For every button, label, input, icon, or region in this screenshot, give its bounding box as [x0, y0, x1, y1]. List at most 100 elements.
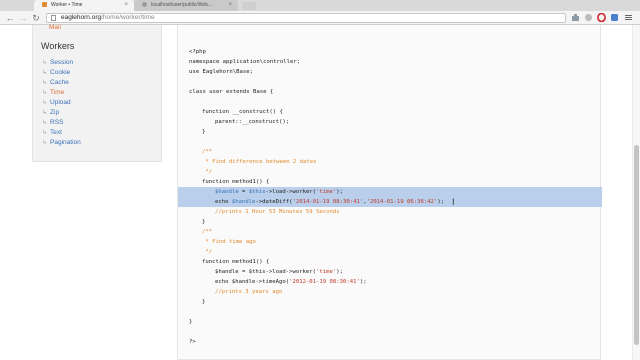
menu-icon[interactable]	[623, 13, 633, 23]
code-line-selected: $handle = $this->load->worker('time');	[215, 187, 343, 197]
code-token: '2014-01-19 08:30:41'	[292, 199, 364, 205]
page-icon	[51, 15, 56, 21]
sidebar-item-label: Pagination	[50, 139, 81, 146]
code-line: echo $handle->timeAgo('2012-01-19 08:30:…	[215, 277, 367, 287]
sidebar-item-pagination[interactable]: ↳ Pagination	[42, 138, 81, 148]
code-line: }	[189, 319, 193, 325]
browser-toolbar: ← → ↻ eaglehorn.org/home/worker/time	[0, 11, 640, 25]
sidebar-item-label: Upload	[50, 99, 71, 106]
tab-close-icon[interactable]: ×	[228, 0, 232, 11]
code-token: 'time'	[316, 269, 337, 275]
code-comment: //prints 1 Hour 53 Minutes 59 Seconds	[215, 209, 340, 215]
sidebar-item-label: RSS	[50, 119, 64, 126]
code-comment: * Find time ago	[202, 239, 256, 245]
tab-close-icon[interactable]: ×	[124, 0, 128, 11]
tab-strip: Worker • Time × localhost/user/public/We…	[0, 0, 640, 16]
code-comment: //prints 3 years ago	[215, 289, 283, 295]
code-token: 'time'	[316, 189, 337, 195]
code-line: function __construct() {	[202, 109, 283, 115]
code-token: $handle	[215, 189, 239, 195]
code-line: parent::__construct();	[215, 119, 290, 125]
code-token: echo $handle->timeAgo(	[215, 279, 290, 285]
code-line: function method1() {	[202, 179, 270, 185]
code-token: );	[336, 189, 344, 195]
code-token: $handle = $this->load->worker(	[215, 269, 317, 275]
nav-arrow-icon: ↳	[42, 80, 48, 86]
nav-arrow-icon: ↳	[42, 90, 48, 96]
code-token: );	[359, 279, 367, 285]
page-scrollbar[interactable]	[632, 25, 640, 360]
nav-arrow-icon: ↳	[42, 100, 48, 106]
code-token: $this	[248, 189, 266, 195]
code-comment: */	[202, 169, 213, 175]
forward-arrow-icon[interactable]: →	[18, 13, 28, 23]
favicon-icon	[42, 2, 47, 8]
sidebar-item-label: Session	[50, 59, 74, 66]
code-line: class user extends Base {	[189, 89, 274, 95]
sidebar-item-upload[interactable]: ↳ Upload	[42, 98, 71, 108]
address-bar[interactable]: eaglehorn.org/home/worker/time	[46, 13, 566, 23]
sidebar-item-cookie[interactable]: ↳ Cookie	[42, 68, 70, 78]
nav-arrow-icon: ↳	[42, 140, 48, 146]
sidebar-item-rss[interactable]: ↳ RSS	[42, 118, 63, 128]
sidebar-item-label: Text	[50, 129, 62, 136]
nav-arrow-icon: ↳	[42, 70, 48, 76]
code-line: }	[202, 129, 206, 135]
sidebar-item-label: Cache	[50, 79, 69, 86]
code-token: ->dateDiff(	[255, 199, 293, 205]
extension-blue-icon[interactable]	[609, 13, 619, 23]
url-path: /home/worker/time	[101, 14, 155, 21]
tab-localhost[interactable]: localhost/user/public/Web... ×	[134, 0, 238, 11]
code-line-selected: echo $handle->dateDiff('2014-01-19 08:30…	[215, 197, 444, 207]
code-token: echo	[215, 199, 232, 205]
sidebar-heading: Workers	[41, 41, 75, 51]
tab-title: Worker • Time	[51, 2, 83, 8]
nav-arrow-icon: ↳	[42, 120, 48, 126]
sidebar-item-zip[interactable]: ↳ Zip	[42, 108, 59, 118]
tab-title: localhost/user/public/Web...	[151, 2, 213, 8]
code-comment: */	[202, 249, 213, 255]
code-token: );	[336, 269, 344, 275]
sidebar: Mail Workers ↳ Session ↳ Cookie ↳ Cache ↳ Ti…	[32, 24, 162, 162]
code-comment: * Find difference between 2 dates	[202, 159, 317, 165]
code-token: '2012-01-19 08:30:41'	[289, 279, 360, 285]
code-token: =	[238, 189, 249, 195]
reload-icon[interactable]: ↻	[31, 13, 41, 23]
sidebar-item-mail[interactable]: Mail	[49, 24, 61, 31]
sidebar-item-text[interactable]: ↳ Text	[42, 128, 62, 138]
nav-arrow-icon: ↳	[42, 60, 48, 66]
sidebar-item-time[interactable]: ↳ Time	[42, 88, 64, 98]
page-favicon-icon	[142, 2, 147, 8]
code-token: '2014-01-19 06:36:42'	[366, 199, 438, 205]
opera-icon[interactable]	[596, 12, 606, 23]
nav-arrow-icon: ↳	[42, 130, 48, 136]
code-comment: /**	[202, 149, 213, 155]
extension-icon[interactable]	[570, 13, 580, 23]
text-cursor-icon: I	[452, 197, 455, 207]
code-token: );	[437, 199, 445, 205]
code-line: use Eaglehorn\Base;	[189, 69, 253, 75]
sidebar-item-label: Time	[50, 89, 65, 96]
code-line: <?php	[189, 49, 206, 55]
nav-arrow-icon: ↳	[42, 110, 48, 116]
sidebar-item-label: Zip	[50, 109, 60, 116]
url-text[interactable]: eaglehorn.org/home/worker/time	[61, 14, 155, 22]
url-domain: eaglehorn.org	[61, 14, 102, 21]
code-panel[interactable]: <?php namespace application\controller; …	[177, 25, 602, 360]
sidebar-item-cache[interactable]: ↳ Cache	[42, 78, 69, 88]
tab-worker-time[interactable]: Worker • Time ×	[34, 0, 134, 11]
sidebar-item-session[interactable]: ↳ Session	[42, 58, 73, 68]
code-token: ->load->worker(	[265, 189, 317, 195]
code-line: }	[202, 219, 206, 225]
new-tab-button[interactable]	[242, 2, 256, 10]
code-line: namespace application\controller;	[189, 59, 301, 65]
bookmark-icon[interactable]	[583, 13, 593, 23]
sidebar-item-label: Cookie	[50, 69, 71, 76]
code-line: ?>	[189, 339, 196, 345]
code-line: function method1() {	[202, 259, 270, 265]
code-comment: /**	[202, 229, 213, 235]
code-line: }	[202, 299, 206, 305]
back-arrow-icon[interactable]: ←	[5, 13, 15, 23]
scrollbar-thumb[interactable]	[634, 145, 639, 345]
code-token: $handle	[231, 199, 256, 205]
